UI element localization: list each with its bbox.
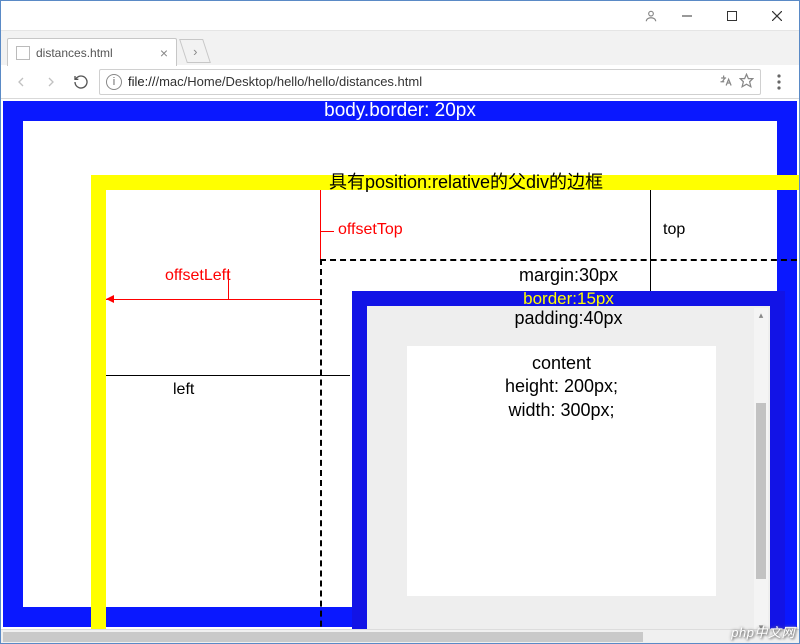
reload-button[interactable] xyxy=(69,70,93,94)
inner-vertical-scrollbar[interactable]: ▴ ▾ xyxy=(754,308,768,634)
offset-left-guide xyxy=(106,299,320,300)
watermark: php中文网 xyxy=(731,622,795,641)
browser-tab[interactable]: distances.html × xyxy=(7,38,177,66)
translate-icon[interactable] xyxy=(718,73,733,91)
title-spacer xyxy=(1,1,638,30)
tab-strip: distances.html × › xyxy=(1,31,799,65)
close-tab-icon[interactable]: × xyxy=(160,46,168,60)
content-box: content height: 200px; width: 300px; xyxy=(407,346,716,596)
window-titlebar xyxy=(1,1,799,31)
profile-icon[interactable] xyxy=(638,1,664,30)
close-button[interactable] xyxy=(754,1,799,30)
page-viewport: body.border: 20px 具有position:relative的父d… xyxy=(1,99,799,643)
body-border-label: body.border: 20px xyxy=(23,101,777,121)
new-tab-button[interactable]: › xyxy=(179,39,211,63)
back-button[interactable] xyxy=(9,70,33,94)
margin-label: margin:30px xyxy=(322,261,799,286)
minimize-button[interactable] xyxy=(664,1,709,30)
menu-button[interactable] xyxy=(767,70,791,94)
site-info-icon[interactable]: i xyxy=(106,74,122,90)
bookmark-star-icon[interactable] xyxy=(739,73,754,91)
left-guide xyxy=(106,375,350,376)
tab-title: distances.html xyxy=(36,46,113,60)
child-border-box: border:15px padding:40px content height:… xyxy=(352,291,785,643)
body-border-box: body.border: 20px 具有position:relative的父d… xyxy=(3,101,797,627)
padding-box: padding:40px content height: 200px; widt… xyxy=(367,306,770,643)
url-path: /mac/Home/Desktop/hello/hello/distances.… xyxy=(155,74,422,89)
left-label: left xyxy=(173,381,194,399)
offset-top-label: offsetTop xyxy=(338,221,403,239)
content-line-3: width: 300px; xyxy=(407,399,716,422)
margin-box: margin:30px border:15px padding:40px con… xyxy=(320,259,799,643)
offset-left-label: offsetLeft xyxy=(165,267,231,285)
inner-vscroll-thumb[interactable] xyxy=(756,403,766,579)
content-line-1: content xyxy=(407,352,716,375)
address-bar: i file:///mac/Home/Desktop/hello/hello/d… xyxy=(1,65,799,99)
url-input[interactable]: i file:///mac/Home/Desktop/hello/hello/d… xyxy=(99,69,761,95)
url-scheme: file:// xyxy=(128,74,155,89)
scroll-up-arrow-icon[interactable]: ▴ xyxy=(754,308,768,322)
page-horizontal-scrollbar[interactable] xyxy=(1,629,799,643)
page-hscroll-thumb[interactable] xyxy=(3,632,643,642)
content-line-2: height: 200px; xyxy=(407,375,716,398)
forward-button[interactable] xyxy=(39,70,63,94)
top-label: top xyxy=(663,221,685,239)
parent-border-label: 具有position:relative的父div的边框 xyxy=(106,175,799,190)
offset-top-tick xyxy=(320,231,334,232)
offset-left-arrow-icon xyxy=(106,295,114,303)
maximize-button[interactable] xyxy=(709,1,754,30)
url-text: file:///mac/Home/Desktop/hello/hello/dis… xyxy=(128,74,422,89)
window-frame: distances.html × › i file:///mac/Home/De… xyxy=(0,0,800,644)
file-icon xyxy=(16,46,30,60)
border-label: border:15px xyxy=(367,291,770,306)
offset-top-guide xyxy=(320,190,321,261)
padding-label: padding:40px xyxy=(367,306,770,329)
